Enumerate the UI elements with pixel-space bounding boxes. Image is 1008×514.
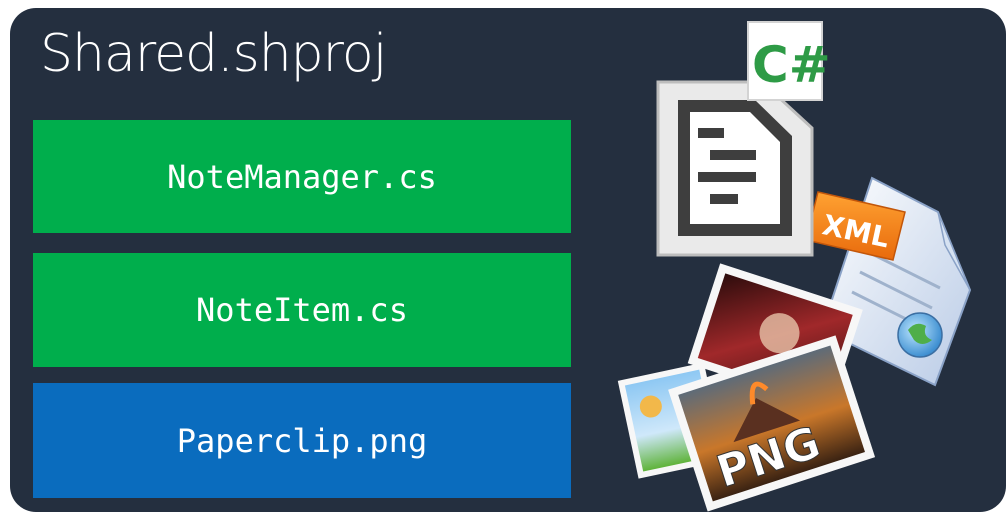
- csharp-label: C#: [752, 36, 831, 94]
- file-type-icons: XML C# PNG: [617, 21, 972, 512]
- csharp-file-icon: C#: [656, 21, 831, 257]
